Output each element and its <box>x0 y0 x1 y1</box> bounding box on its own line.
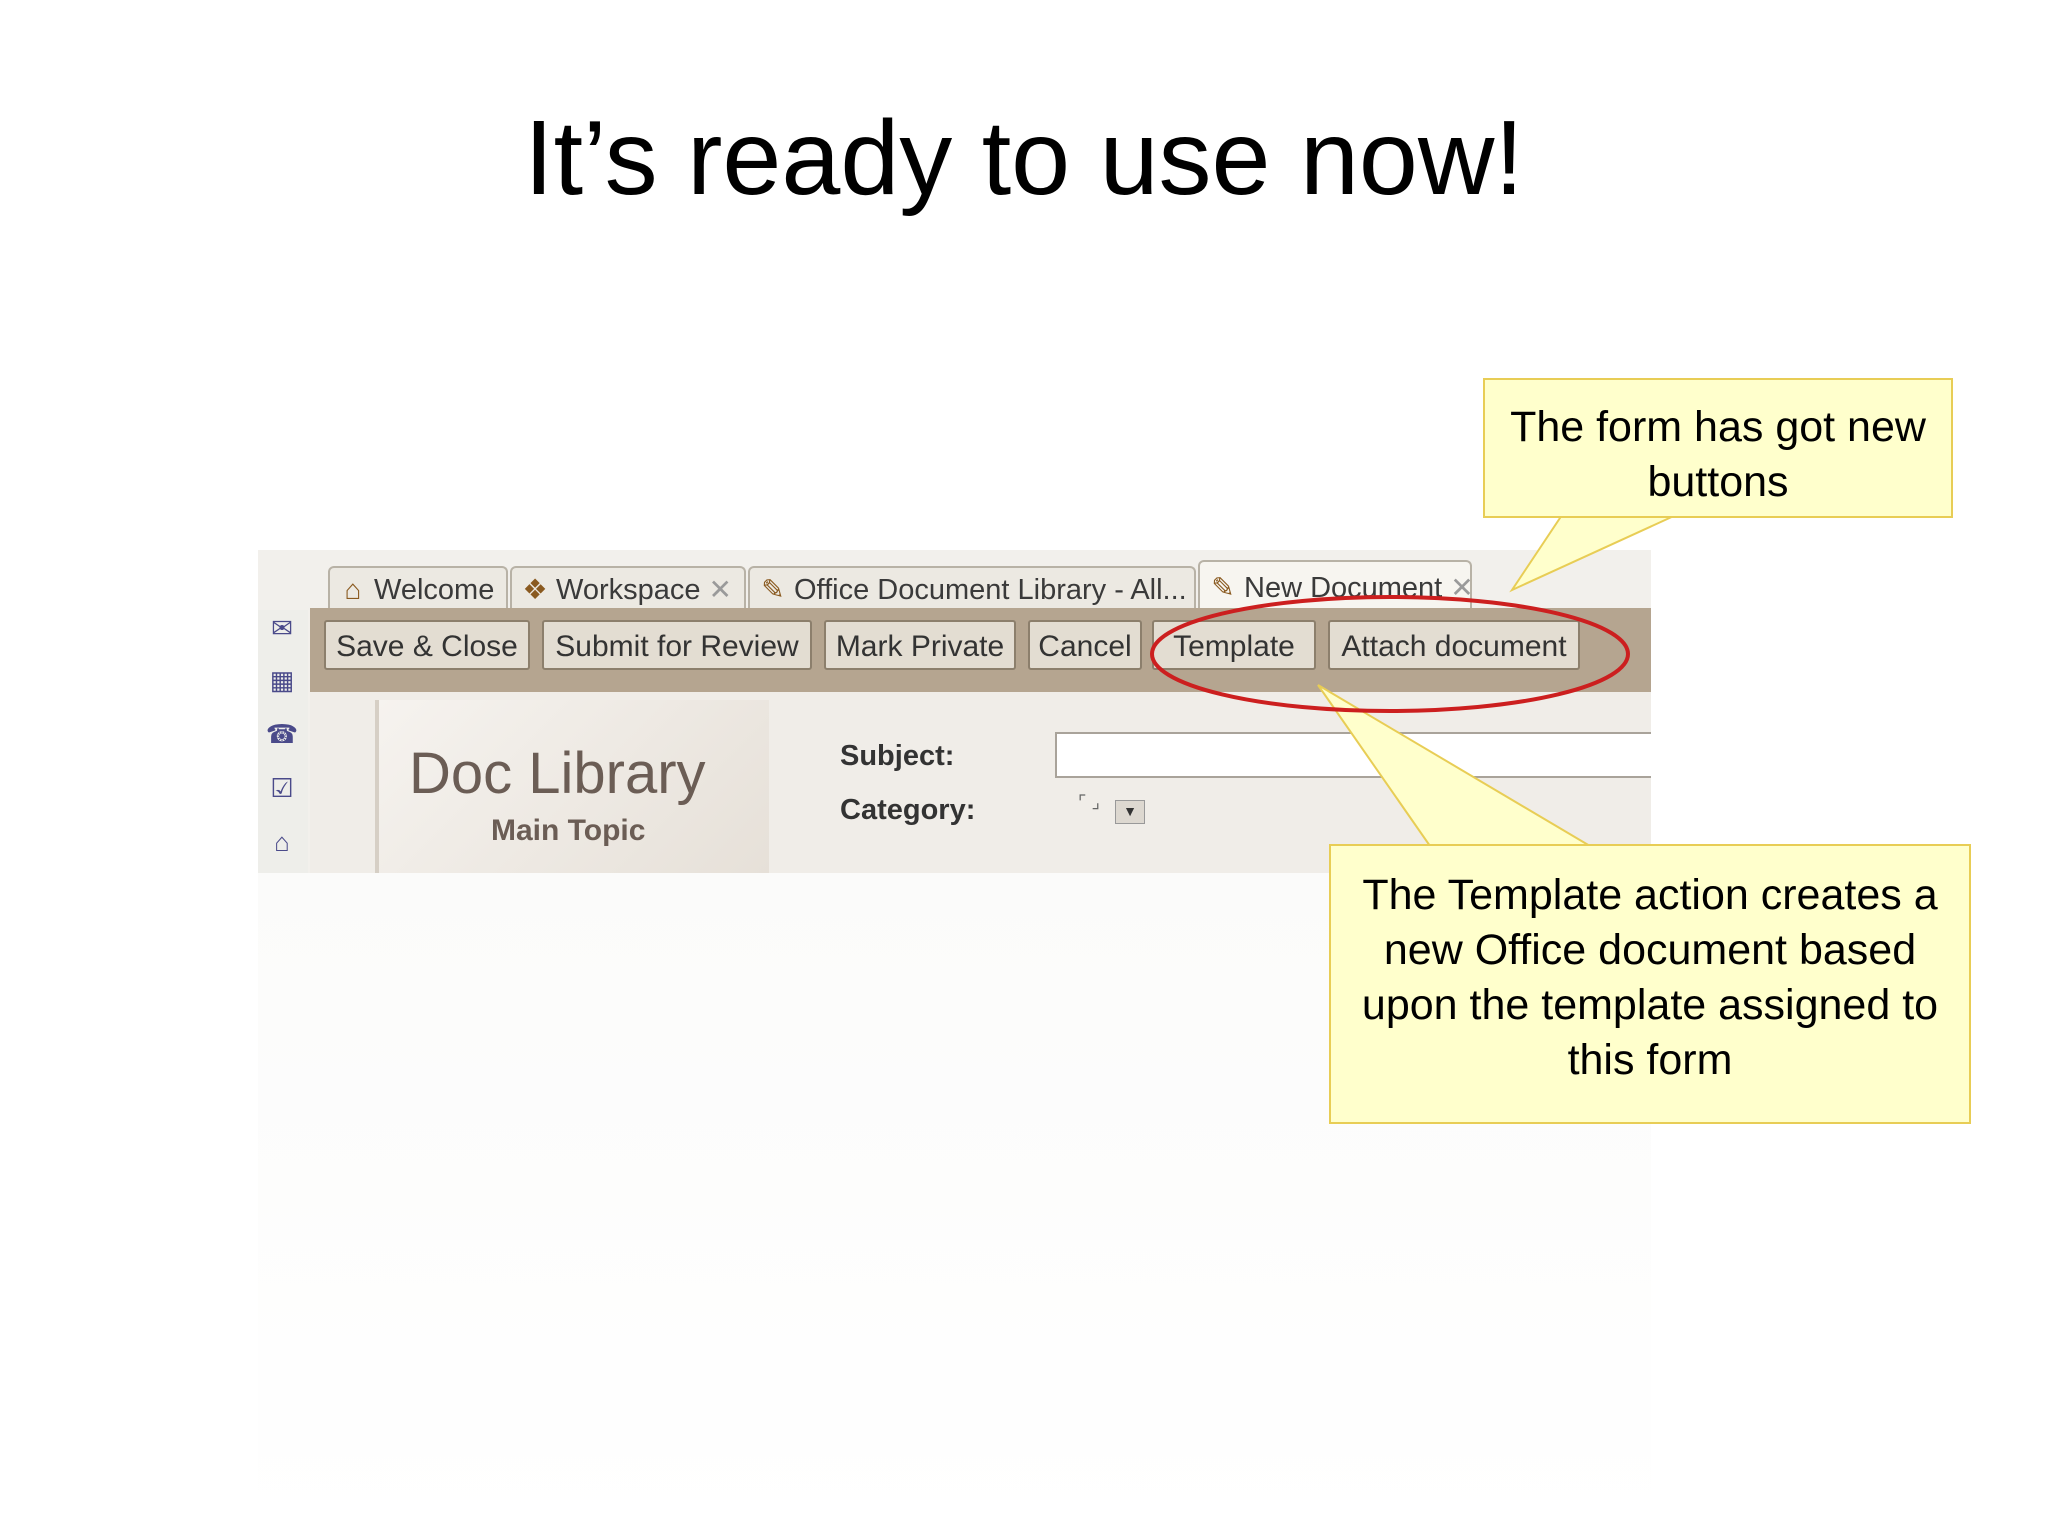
mark-private-button[interactable]: Mark Private <box>824 620 1016 670</box>
tab-office-document-library[interactable]: ✎Office Document Library - All...✕ <box>748 566 1196 612</box>
slide-title: It’s ready to use now! <box>524 99 1524 217</box>
bottom-callout: The Template action creates a new Office… <box>1329 844 1971 1124</box>
contacts-icon[interactable]: ☎ <box>264 716 300 752</box>
banner-subtitle: Main Topic <box>491 814 646 847</box>
calendar-icon[interactable]: ▦ <box>264 662 300 698</box>
top-callout: The form has got new buttons <box>1483 378 1953 518</box>
home-icon: ⌂ <box>344 574 362 605</box>
tab-workspace[interactable]: ❖ Workspace ✕ <box>510 566 746 612</box>
todo-icon[interactable]: ☑ <box>264 770 300 806</box>
top-callout-text: The form has got new buttons <box>1510 403 1926 506</box>
submit-for-review-button[interactable]: Submit for Review <box>542 620 812 670</box>
template-button[interactable]: Template <box>1152 620 1316 670</box>
category-field-marker: ⌜ ⌟ <box>1078 792 1100 812</box>
new-document-icon: ✎ <box>1211 572 1235 603</box>
action-toolbar: Save & Close Submit for Review Mark Priv… <box>310 608 1651 692</box>
replicator-icon[interactable]: ⌂ <box>264 824 300 860</box>
left-icon-strip: ✉ ▦ ☎ ☑ ⌂ <box>258 610 308 873</box>
subject-label: Subject: <box>840 740 955 772</box>
workspace-icon: ❖ <box>522 574 548 605</box>
banner-title: Doc Library <box>409 741 706 806</box>
attach-document-button[interactable]: Attach document <box>1328 620 1580 670</box>
close-icon[interactable]: ✕ <box>709 568 732 612</box>
subject-input[interactable] <box>1055 732 1651 778</box>
category-label: Category: <box>840 794 976 826</box>
close-icon[interactable]: ✕ <box>1450 562 1470 612</box>
category-dropdown[interactable]: ▼ <box>1115 800 1145 824</box>
notes-client-screenshot: ✉ ▦ ☎ ☑ ⌂ ⌂ Welcome ❖ Workspace ✕ ✎ Office D… <box>258 550 1651 873</box>
bottom-callout-text: The Template action creates a new Office… <box>1361 871 1939 1084</box>
chevron-down-icon: ▼ <box>1123 803 1137 819</box>
mail-icon[interactable]: ✉ <box>264 610 300 646</box>
close-icon[interactable]: ✕ <box>1195 568 1196 612</box>
tab-new-document[interactable]: ✎ New Document ✕ <box>1198 560 1472 612</box>
document-library-icon: ✎ <box>761 574 785 605</box>
save-close-button[interactable]: Save & Close <box>324 620 530 670</box>
cancel-button[interactable]: Cancel <box>1028 620 1142 670</box>
tab-welcome[interactable]: ⌂ Welcome <box>328 566 508 612</box>
doc-library-banner: Doc Library Main Topic <box>375 700 769 873</box>
